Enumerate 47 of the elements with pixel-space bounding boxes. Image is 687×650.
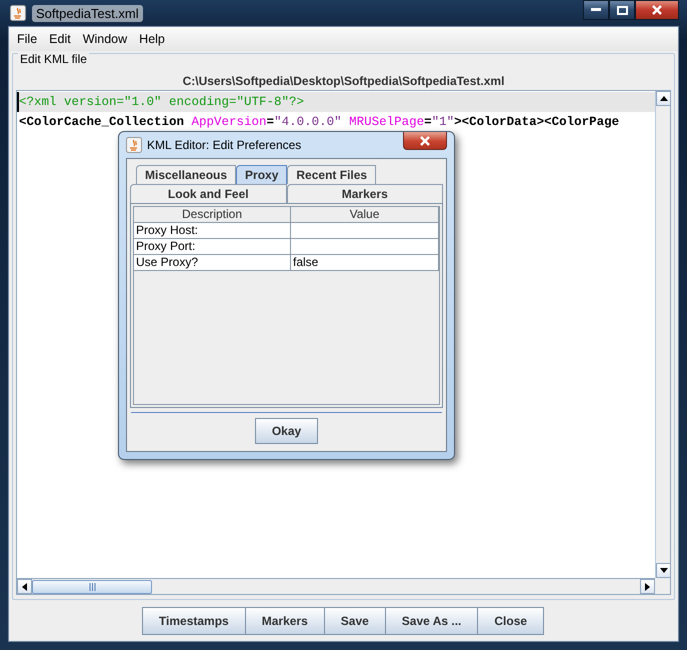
action-button[interactable]: Save: [324, 607, 386, 635]
maximize-icon: [616, 6, 628, 14]
menu-item[interactable]: File: [11, 32, 44, 46]
grip-icon: [88, 582, 96, 590]
window-title: SoftpediaTest.xml: [32, 4, 143, 22]
table-cell[interactable]: false: [291, 255, 439, 271]
java-icon: [10, 5, 26, 21]
left-arrow-icon: [22, 582, 27, 590]
java-icon: [126, 137, 142, 153]
scroll-left-button[interactable]: [17, 579, 32, 594]
dialog-title: KML Editor: Edit Preferences: [147, 138, 302, 152]
table-cell[interactable]: Proxy Host:: [134, 223, 291, 239]
right-arrow-icon: [645, 582, 650, 590]
close-button[interactable]: [635, 0, 679, 20]
close-icon: [420, 136, 430, 146]
minimize-icon: [591, 8, 601, 12]
action-button[interactable]: Markers: [244, 607, 325, 635]
scroll-thumb[interactable]: [32, 580, 152, 594]
file-path: C:\Users\Softpedia\Desktop\Softpedia\SoftpediaTest.xml: [182, 74, 506, 88]
tab[interactable]: Miscellaneous: [136, 165, 236, 184]
table-cell[interactable]: Proxy Port:: [134, 239, 291, 255]
table-cell[interactable]: [291, 239, 439, 255]
tab[interactable]: Recent Files: [287, 165, 376, 184]
menu-item[interactable]: Edit: [43, 32, 77, 46]
table-cell[interactable]: [291, 223, 439, 239]
down-arrow-icon: [660, 568, 668, 573]
menu-item[interactable]: Window: [76, 32, 134, 46]
action-button[interactable]: Save As ...: [384, 607, 478, 635]
action-button[interactable]: Close: [477, 607, 544, 635]
tab[interactable]: Proxy: [236, 165, 288, 184]
column-header: Value: [291, 207, 439, 223]
scroll-right-button[interactable]: [640, 579, 655, 594]
tab[interactable]: Markers: [286, 184, 443, 203]
scroll-down-button[interactable]: [656, 563, 671, 578]
action-button[interactable]: Timestamps: [142, 607, 246, 635]
scroll-up-button[interactable]: [656, 91, 671, 106]
maximize-button[interactable]: [609, 0, 635, 20]
tab[interactable]: Look and Feel: [130, 184, 286, 203]
close-icon: [652, 5, 662, 15]
minimize-button[interactable]: [583, 0, 609, 20]
close-button[interactable]: [403, 132, 447, 150]
group-title: Edit KML file: [18, 52, 89, 66]
table-cell[interactable]: Use Proxy?: [134, 255, 291, 271]
up-arrow-icon: [660, 96, 668, 101]
okay-button[interactable]: Okay: [255, 418, 318, 444]
menu-item[interactable]: Help: [133, 32, 171, 46]
column-header: Description: [134, 207, 291, 223]
